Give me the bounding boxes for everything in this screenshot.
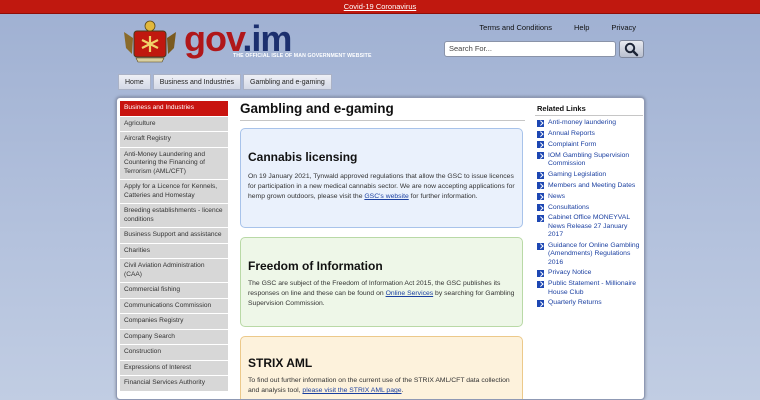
brand-tagline: THE OFFICIAL ISLE OF MAN GOVERNMENT WEBS… bbox=[233, 53, 372, 59]
card-heading: STRIX AML bbox=[248, 356, 313, 370]
help-link[interactable]: Help bbox=[552, 23, 589, 32]
privacy-link[interactable]: Privacy bbox=[589, 23, 636, 32]
main-content: Gambling and e-gaming Cannabis licensing… bbox=[240, 101, 525, 399]
covid-banner-link[interactable]: Covid-19 Coronavirus bbox=[344, 2, 417, 11]
arrow-icon bbox=[537, 182, 544, 190]
card-heading: Cannabis licensing bbox=[248, 150, 358, 164]
breadcrumb-business[interactable]: Business and Industries bbox=[152, 74, 242, 90]
nav-item[interactable]: Construction bbox=[120, 345, 228, 361]
covid-banner: Covid-19 Coronavirus bbox=[0, 0, 760, 14]
nav-item[interactable]: Communications Commission bbox=[120, 298, 228, 314]
site-logo[interactable]: gov.im THE OFFICIAL ISLE OF MAN GOVERNME… bbox=[120, 18, 371, 66]
card-foi: Freedom of Information The GSC are subje… bbox=[240, 237, 523, 327]
nav-item[interactable]: Apply for a Licence for Kennels, Catteri… bbox=[120, 180, 228, 204]
related-link[interactable]: IOM Gambling Supervision Commission bbox=[535, 152, 643, 169]
arrow-icon bbox=[537, 119, 544, 127]
search-button[interactable] bbox=[619, 40, 644, 58]
card-heading: Freedom of Information bbox=[248, 259, 383, 273]
related-link[interactable]: Privacy Notice bbox=[535, 269, 643, 278]
breadcrumb: Home Business and Industries Gambling an… bbox=[118, 74, 334, 90]
nav-item[interactable]: Business Support and assistance bbox=[120, 228, 228, 244]
related-link[interactable]: Complaint Form bbox=[535, 141, 643, 149]
search-input[interactable]: Search For... bbox=[444, 41, 616, 57]
arrow-icon bbox=[537, 204, 544, 212]
arrow-icon bbox=[537, 300, 544, 308]
card-text: To find out further information on the c… bbox=[248, 377, 510, 394]
breadcrumb-home[interactable]: Home bbox=[118, 74, 151, 90]
nav-item[interactable]: Civil Aviation Administration (CAA) bbox=[120, 259, 228, 283]
nav-item[interactable]: Expressions of Interest bbox=[120, 360, 228, 376]
top-links: Terms and Conditions Help Privacy bbox=[457, 23, 636, 32]
related-links: Related Links Anti-money laundering Annu… bbox=[535, 101, 643, 310]
related-link[interactable]: Members and Meeting Dates bbox=[535, 182, 643, 190]
crest-icon bbox=[124, 20, 176, 63]
card-text: The GSC are subject of the Freedom of In… bbox=[248, 280, 515, 307]
related-link[interactable]: Anti-money laundering bbox=[535, 119, 643, 127]
arrow-icon bbox=[537, 270, 544, 278]
related-link[interactable]: Consultations bbox=[535, 204, 643, 212]
online-services-link[interactable]: Online Services bbox=[386, 290, 434, 297]
arrow-icon bbox=[537, 171, 544, 179]
content-frame: Business and Industries Agriculture Airc… bbox=[116, 97, 645, 400]
nav-item[interactable]: Aircraft Registry bbox=[120, 132, 228, 148]
arrow-icon bbox=[537, 280, 544, 288]
card-strix: STRIX AML To find out further informatio… bbox=[240, 336, 523, 399]
arrow-icon bbox=[537, 152, 544, 160]
related-link[interactable]: Annual Reports bbox=[535, 130, 643, 138]
arrow-icon bbox=[537, 141, 544, 149]
gsc-website-link[interactable]: GSC's website bbox=[364, 193, 408, 200]
related-link[interactable]: Quarterly Returns bbox=[535, 299, 643, 308]
page-title: Gambling and e-gaming bbox=[240, 101, 525, 121]
related-link[interactable]: Cabinet Office MONEYVAL News Release 27 … bbox=[535, 214, 643, 239]
nav-item[interactable]: Commercial fishing bbox=[120, 283, 228, 299]
breadcrumb-gambling[interactable]: Gambling and e-gaming bbox=[243, 74, 332, 90]
nav-item[interactable]: Company Search bbox=[120, 329, 228, 345]
search-icon bbox=[624, 42, 639, 57]
related-link[interactable]: News bbox=[535, 193, 643, 201]
arrow-icon bbox=[537, 193, 544, 201]
related-link[interactable]: Gaming Legislation bbox=[535, 171, 643, 179]
nav-item[interactable]: Companies Registry bbox=[120, 314, 228, 330]
card-cannabis: Cannabis licensing On 19 January 2021, T… bbox=[240, 128, 523, 228]
related-link[interactable]: Public Statement - Millionaire House Clu… bbox=[535, 280, 643, 297]
nav-item[interactable]: Breeding establishments - licence condit… bbox=[120, 204, 228, 228]
nav-item[interactable]: Anti-Money Laundering and Countering the… bbox=[120, 147, 228, 180]
nav-item[interactable]: Financial Services Authority bbox=[120, 376, 228, 392]
nav-item[interactable]: Business and Industries bbox=[120, 101, 228, 117]
search-box: Search For... bbox=[444, 40, 644, 58]
terms-link[interactable]: Terms and Conditions bbox=[457, 23, 552, 32]
arrow-icon bbox=[537, 130, 544, 138]
strix-aml-link[interactable]: please visit the STRIX AML page bbox=[302, 387, 401, 394]
related-link[interactable]: Guidance for Online Gambling (Amendments… bbox=[535, 242, 643, 267]
related-links-title: Related Links bbox=[535, 101, 643, 116]
nav-item[interactable]: Charities bbox=[120, 243, 228, 259]
arrow-icon bbox=[537, 242, 544, 250]
left-nav: Business and Industries Agriculture Airc… bbox=[120, 101, 228, 392]
nav-item[interactable]: Agriculture bbox=[120, 116, 228, 132]
arrow-icon bbox=[537, 215, 544, 223]
card-text: On 19 January 2021, Tynwald approved reg… bbox=[248, 173, 515, 200]
